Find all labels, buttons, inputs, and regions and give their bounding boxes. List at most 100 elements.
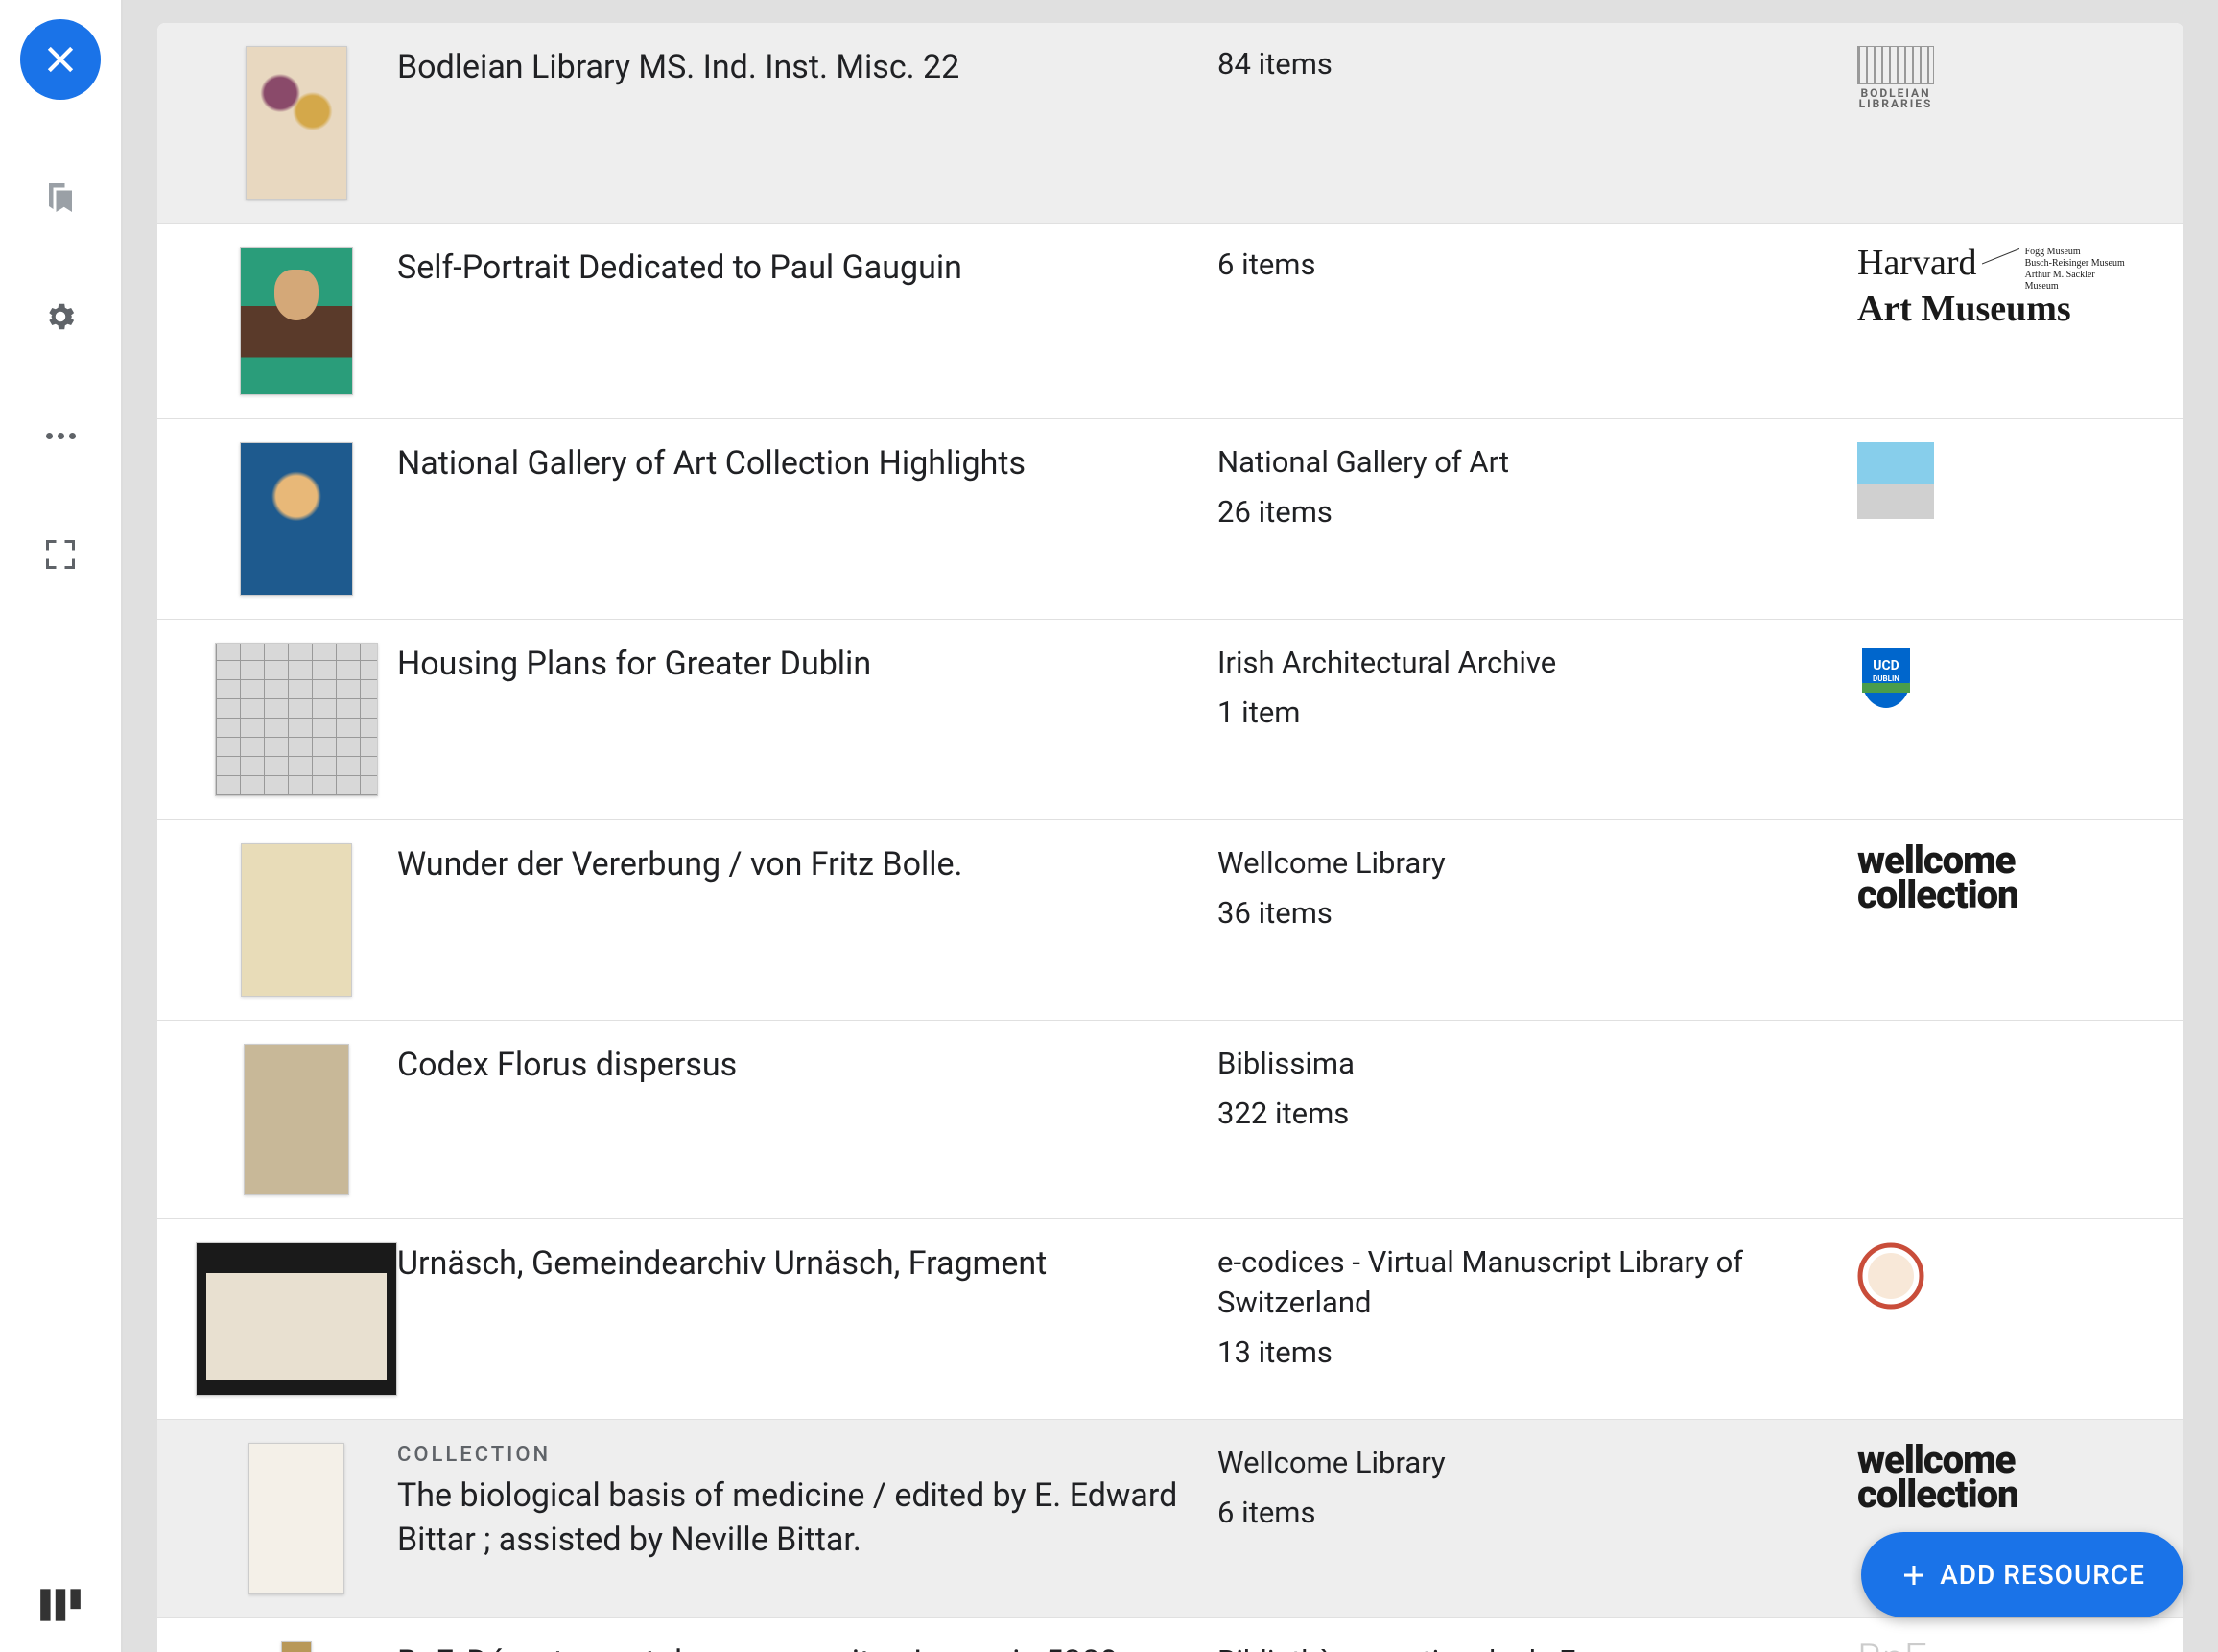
title-column: Codex Florus dispersus — [397, 1044, 1217, 1088]
thumb-container — [196, 1443, 397, 1594]
resource-row[interactable]: Urnäsch, Gemeindearchiv Urnäsch, Fragmen… — [157, 1219, 2183, 1420]
meta-column: 6 items — [1217, 247, 1857, 282]
resource-row[interactable]: Codex Florus dispersus Biblissima 322 it… — [157, 1021, 2183, 1219]
institution-logo: wellcomecollection — [1857, 1443, 2018, 1512]
resource-title: Wunder der Vererbung / von Fritz Bolle. — [397, 843, 1179, 887]
bookmarks-button[interactable] — [39, 177, 82, 219]
institution-logo — [1857, 442, 1934, 519]
logo-column — [1857, 1242, 2145, 1313]
sidebar — [0, 0, 123, 1652]
resource-title: Codex Florus dispersus — [397, 1044, 1179, 1088]
meta-column: Bibliothèque nationale de France 18 item… — [1217, 1641, 1857, 1652]
resource-row[interactable]: BnF. Département des manuscrits. Japonai… — [157, 1618, 2183, 1652]
thumb-container — [196, 843, 397, 997]
resource-count: 1 item — [1217, 695, 1819, 730]
plus-icon — [1899, 1561, 1928, 1590]
resource-source: National Gallery of Art — [1217, 442, 1819, 483]
institution-logo: UCDDUBLIN — [1857, 643, 1915, 714]
resource-thumbnail — [241, 843, 352, 997]
institution-logo: BnF — [1857, 1641, 1926, 1652]
institution-logo: BODLEIANLIBRARIES — [1857, 46, 1934, 109]
resource-title: BnF. Département des manuscrits. Japonai… — [397, 1641, 1179, 1652]
resource-source: e-codices - Virtual Manuscript Library o… — [1217, 1242, 1819, 1323]
title-column: Self-Portrait Dedicated to Paul Gauguin — [397, 247, 1217, 291]
gear-icon — [43, 299, 78, 334]
meta-column: National Gallery of Art 26 items — [1217, 442, 1857, 530]
add-resource-button[interactable]: ADD RESOURCE — [1861, 1532, 2183, 1617]
resource-count: 84 items — [1217, 46, 1819, 82]
resource-thumbnail — [248, 1443, 344, 1594]
title-column: National Gallery of Art Collection Highl… — [397, 442, 1217, 486]
logo-column: BnF — [1857, 1641, 2145, 1652]
resource-row[interactable]: Bodleian Library MS. Ind. Inst. Misc. 22… — [157, 23, 2183, 224]
resource-title: National Gallery of Art Collection Highl… — [397, 442, 1179, 486]
resource-title: Housing Plans for Greater Dublin — [397, 643, 1179, 687]
close-button[interactable] — [20, 19, 101, 100]
settings-button[interactable] — [39, 295, 82, 338]
thumb-container — [196, 46, 397, 200]
svg-text:DUBLIN: DUBLIN — [1873, 674, 1899, 683]
title-column: COLLECTION The biological basis of medic… — [397, 1443, 1217, 1563]
logo-column: BODLEIANLIBRARIES — [1857, 46, 2145, 109]
resource-thumbnail — [215, 643, 378, 796]
institution-logo: HarvardFogg MuseumBusch-Reisinger Museum… — [1857, 247, 2126, 325]
thumb-container — [196, 442, 397, 596]
close-icon — [41, 40, 80, 79]
resource-thumbnail — [244, 1044, 349, 1195]
meta-column: Wellcome Library 36 items — [1217, 843, 1857, 931]
thumb-container — [196, 1044, 397, 1195]
resource-thumbnail — [281, 1641, 312, 1652]
fullscreen-icon — [43, 537, 78, 572]
more-button[interactable] — [39, 414, 82, 457]
thumb-container — [196, 247, 397, 395]
fullscreen-button[interactable] — [39, 533, 82, 576]
resource-source: Biblissima — [1217, 1044, 1819, 1084]
meta-column: 84 items — [1217, 46, 1857, 82]
more-horizontal-icon — [46, 433, 76, 439]
resource-source: Bibliothèque nationale de France — [1217, 1641, 1819, 1652]
app-logo — [36, 1581, 84, 1629]
resource-thumbnail — [196, 1242, 397, 1396]
logo-column: HarvardFogg MuseumBusch-Reisinger Museum… — [1857, 247, 2145, 325]
resource-count: 26 items — [1217, 494, 1819, 530]
resource-title: Self-Portrait Dedicated to Paul Gauguin — [397, 247, 1179, 291]
meta-column: Biblissima 322 items — [1217, 1044, 1857, 1131]
resource-thumbnail — [240, 442, 353, 596]
svg-text:UCD: UCD — [1873, 658, 1899, 673]
resource-title: Urnäsch, Gemeindearchiv Urnäsch, Fragmen… — [397, 1242, 1179, 1286]
resource-source: Wellcome Library — [1217, 1443, 1819, 1483]
resource-list: Bodleian Library MS. Ind. Inst. Misc. 22… — [157, 23, 2183, 1652]
institution-logo — [1857, 1242, 1924, 1313]
logo-column: wellcomecollection — [1857, 1443, 2145, 1512]
bookmarks-icon — [43, 180, 78, 215]
resource-source: Wellcome Library — [1217, 843, 1819, 884]
logo-column: wellcomecollection — [1857, 843, 2145, 912]
institution-logo: wellcomecollection — [1857, 843, 2018, 912]
thumb-container — [196, 1641, 397, 1652]
resource-row[interactable]: National Gallery of Art Collection Highl… — [157, 419, 2183, 620]
resource-title: Bodleian Library MS. Ind. Inst. Misc. 22 — [397, 46, 1179, 90]
resource-thumbnail — [246, 46, 347, 200]
meta-column: Irish Architectural Archive 1 item — [1217, 643, 1857, 730]
logo-column: UCDDUBLIN — [1857, 643, 2145, 714]
resource-row[interactable]: Self-Portrait Dedicated to Paul Gauguin … — [157, 224, 2183, 419]
resource-title: The biological basis of medicine / edite… — [397, 1475, 1179, 1563]
title-column: BnF. Département des manuscrits. Japonai… — [397, 1641, 1217, 1652]
resource-count: 13 items — [1217, 1334, 1819, 1370]
logo-column — [1857, 442, 2145, 519]
title-column: Bodleian Library MS. Ind. Inst. Misc. 22 — [397, 46, 1217, 90]
resource-thumbnail — [240, 247, 353, 395]
thumb-container — [196, 643, 397, 796]
thumb-container — [196, 1242, 397, 1396]
meta-column: Wellcome Library 6 items — [1217, 1443, 1857, 1530]
add-resource-label: ADD RESOURCE — [1940, 1559, 2145, 1591]
resource-row[interactable]: Wunder der Vererbung / von Fritz Bolle. … — [157, 820, 2183, 1021]
resource-row[interactable]: Housing Plans for Greater Dublin Irish A… — [157, 620, 2183, 820]
collection-tag: COLLECTION — [397, 1443, 1179, 1467]
title-column: Housing Plans for Greater Dublin — [397, 643, 1217, 687]
resource-count: 36 items — [1217, 895, 1819, 931]
title-column: Wunder der Vererbung / von Fritz Bolle. — [397, 843, 1217, 887]
resource-count: 322 items — [1217, 1096, 1819, 1131]
resource-count: 6 items — [1217, 247, 1819, 282]
title-column: Urnäsch, Gemeindearchiv Urnäsch, Fragmen… — [397, 1242, 1217, 1286]
